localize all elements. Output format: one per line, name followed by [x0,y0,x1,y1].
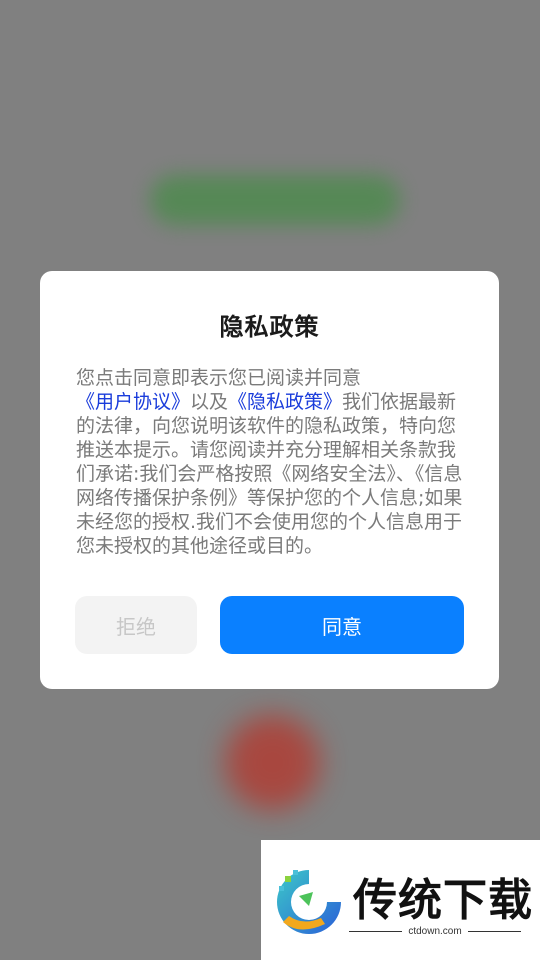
divider [349,931,403,932]
dialog-body-text: 您点击同意即表示您已阅读并同意《用户协议》以及《隐私政策》我们依据最新的法律，向… [76,366,469,558]
watermark-brand-text: 传统下载 [353,875,533,926]
ctdown-logo-icon [277,870,341,934]
body-text-part-1: 您点击同意即表示您已阅读并同意 [76,367,362,389]
background-red-circle-blur [225,715,320,810]
body-text-part-2: 以及 [190,391,229,413]
reject-button[interactable]: 拒绝 [75,596,197,654]
background-green-button-blur [150,175,400,225]
privacy-policy-link[interactable]: 《隐私政策》 [228,391,342,413]
dialog-title: 隐私政策 [219,313,320,341]
watermark-site-text: ctdown.com [408,926,462,937]
agree-button[interactable]: 同意 [220,596,464,654]
body-text-part-3: 我们依据最新的法律，向您说明该软件的隐私政策，特向您推送本提示。请您阅读并充分理… [76,391,463,557]
user-agreement-link[interactable]: 《用户协议》 [76,391,190,413]
watermark-banner: 传统下载 ctdown.com [261,840,540,960]
divider [467,931,522,932]
watermark-site: ctdown.com [349,926,522,937]
privacy-dialog: 隐私政策 您点击同意即表示您已阅读并同意《用户协议》以及《隐私政策》我们依据最新… [40,271,499,689]
